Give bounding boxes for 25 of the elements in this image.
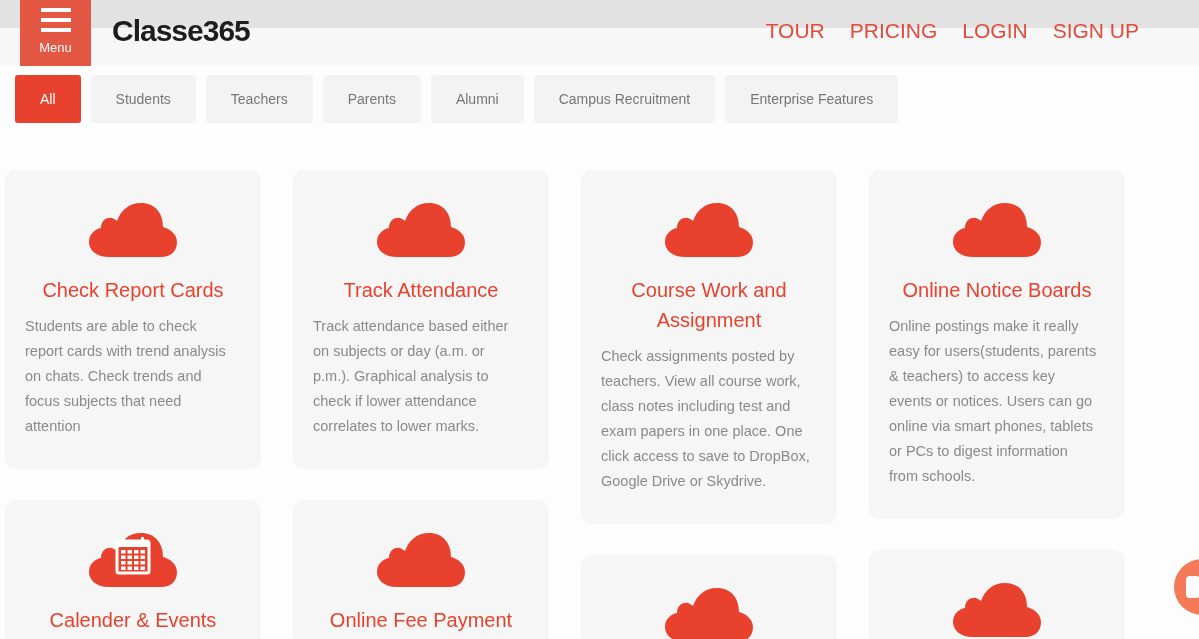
card-description: Track attendance based either on subjects or day (a.m. or p.m.). Graphical analysis to check if lower attendance correlates to lower marks. xyxy=(312,317,510,436)
filter-tab[interactable]: Campus Recruitment xyxy=(533,75,716,123)
filter-tab[interactable]: Enterprise Features xyxy=(725,75,899,123)
filter-tab[interactable]: Students xyxy=(90,75,196,123)
card-title: Calender & Events xyxy=(49,608,217,633)
card-title: Check Report Cards xyxy=(42,278,224,303)
card-title: Course Work and Assignment xyxy=(630,278,788,333)
filter-tab[interactable]: Parents xyxy=(322,75,421,123)
menu-icon xyxy=(40,7,71,32)
menu-button[interactable]: Menu xyxy=(20,0,91,66)
nav-link[interactable]: SIGN UP xyxy=(1052,20,1139,41)
filter-tab[interactable]: Alumni xyxy=(430,75,524,123)
card-title: Online Fee Payment xyxy=(329,608,513,633)
card-description: Online postings make it really easy for users(students, parents & teachers) to access key events or notices. Users can go online via smart phones, tablets or PCs to digest information from schools. xyxy=(888,317,1098,486)
filter-tab[interactable]: All xyxy=(15,75,81,123)
nav-link[interactable]: TOUR xyxy=(765,20,825,41)
card-description: Check assignments posted by teachers. View all course work, class notes including test and exam papers in one place. One click access to save to DropBox, Google Drive or Skydrive. xyxy=(600,347,811,491)
nav-link[interactable]: LOGIN xyxy=(962,20,1028,41)
chat-icon xyxy=(1186,576,1199,598)
filter-tab[interactable]: Teachers xyxy=(205,75,313,123)
card-description: Students are able to check report cards with trend analysis on chats. Check trends and focus subjects that need attention xyxy=(24,317,227,436)
card-title: Track Attendance xyxy=(343,278,499,303)
logo[interactable]: Classe365 xyxy=(112,16,250,46)
nav-link[interactable]: PRICING xyxy=(849,20,938,41)
card-title: Online Notice Boards xyxy=(902,278,1092,303)
